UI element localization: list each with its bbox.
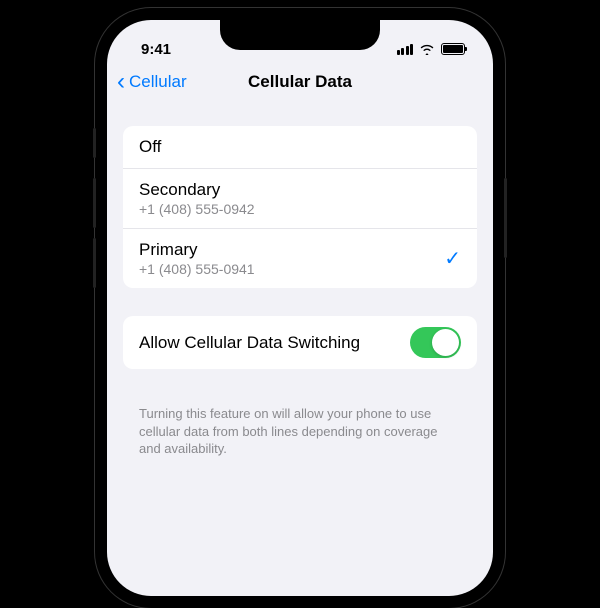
battery-icon bbox=[441, 43, 465, 55]
option-off-label: Off bbox=[139, 137, 161, 157]
allow-switching-label: Allow Cellular Data Switching bbox=[139, 333, 360, 353]
cellular-signal-icon bbox=[397, 44, 414, 55]
option-secondary[interactable]: Secondary +1 (408) 555-0942 bbox=[123, 169, 477, 229]
phone-frame: 9:41 ‹ Cellular Cellular Data bbox=[95, 8, 505, 608]
phone-screen: 9:41 ‹ Cellular Cellular Data bbox=[107, 20, 493, 596]
mute-switch bbox=[93, 128, 96, 158]
back-label: Cellular bbox=[129, 72, 187, 92]
toggle-knob bbox=[432, 329, 459, 356]
switching-footer-note: Turning this feature on will allow your … bbox=[123, 397, 477, 458]
checkmark-icon: ✓ bbox=[444, 246, 461, 271]
data-line-selection-group: Off Secondary +1 (408) 555-0942 Primary … bbox=[123, 126, 477, 288]
option-off[interactable]: Off bbox=[123, 126, 477, 169]
notch bbox=[220, 20, 380, 50]
volume-down-button bbox=[93, 238, 96, 288]
switching-group: Allow Cellular Data Switching bbox=[123, 316, 477, 369]
status-icons bbox=[397, 43, 466, 55]
option-primary-number: +1 (408) 555-0941 bbox=[139, 261, 255, 277]
option-secondary-number: +1 (408) 555-0942 bbox=[139, 201, 255, 217]
volume-up-button bbox=[93, 178, 96, 228]
chevron-left-icon: ‹ bbox=[117, 70, 125, 94]
option-secondary-label: Secondary bbox=[139, 180, 255, 200]
content-area: Off Secondary +1 (408) 555-0942 Primary … bbox=[107, 104, 493, 458]
navigation-bar: ‹ Cellular Cellular Data bbox=[107, 64, 493, 104]
wifi-icon bbox=[419, 43, 435, 55]
option-primary[interactable]: Primary +1 (408) 555-0941 ✓ bbox=[123, 229, 477, 288]
option-primary-label: Primary bbox=[139, 240, 255, 260]
back-button[interactable]: ‹ Cellular bbox=[117, 70, 187, 94]
status-time: 9:41 bbox=[141, 41, 171, 58]
power-button bbox=[504, 178, 507, 258]
allow-switching-toggle[interactable] bbox=[410, 327, 461, 358]
allow-switching-row[interactable]: Allow Cellular Data Switching bbox=[123, 316, 477, 369]
